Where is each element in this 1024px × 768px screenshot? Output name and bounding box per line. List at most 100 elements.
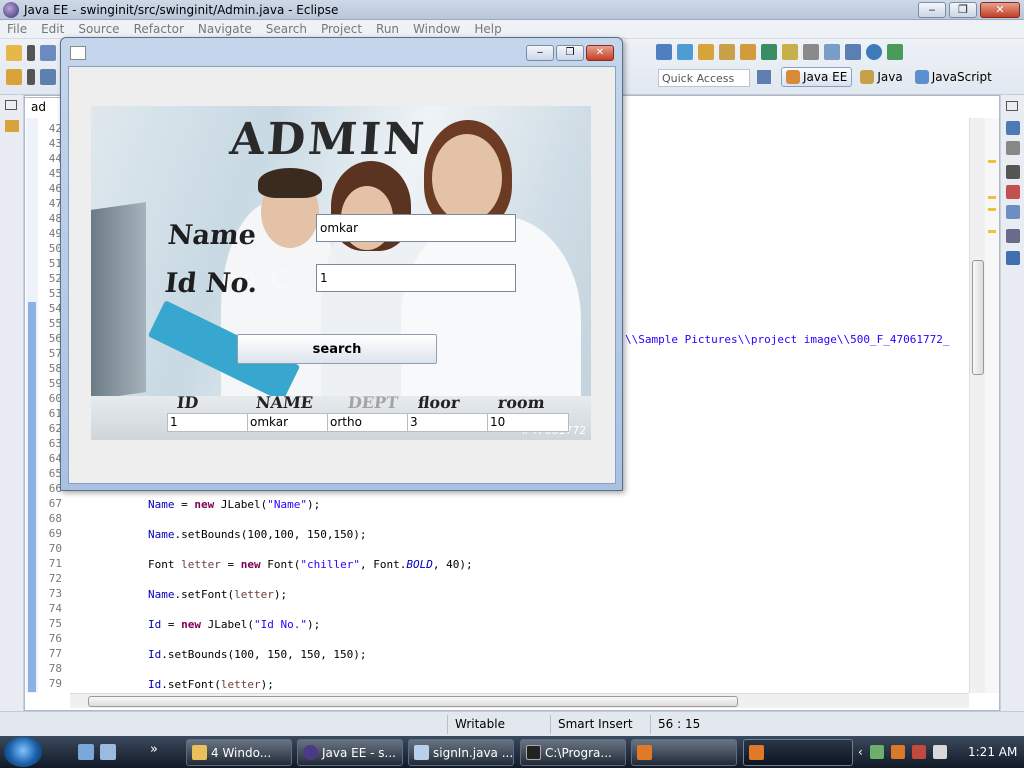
notepad-icon bbox=[414, 745, 429, 760]
doctor-female2-face bbox=[432, 134, 502, 222]
properties-icon[interactable] bbox=[1006, 205, 1020, 219]
search-button[interactable]: search bbox=[237, 334, 437, 364]
dropdown-icon[interactable] bbox=[27, 69, 35, 85]
brush-icon[interactable] bbox=[740, 44, 756, 60]
tray-expand-chevron[interactable]: ‹ bbox=[858, 745, 863, 759]
code-token: Name bbox=[148, 588, 175, 601]
line-number: 77 bbox=[48, 647, 62, 660]
task-cmd[interactable]: C:\Progra... bbox=[520, 739, 626, 766]
pen-icon[interactable] bbox=[782, 44, 798, 60]
menu-window[interactable]: Window bbox=[406, 20, 467, 38]
minimize-button[interactable]: ‒ bbox=[918, 2, 946, 18]
result-dept[interactable]: ortho bbox=[328, 414, 408, 431]
perspective-javaee[interactable]: Java EE bbox=[781, 67, 853, 87]
dialog-maximize-button[interactable]: ❐ bbox=[556, 45, 584, 61]
dialog-close-button[interactable]: ✕ bbox=[586, 45, 614, 61]
perspective-javascript[interactable]: JavaScript bbox=[911, 68, 996, 86]
task-label: Java EE - s... bbox=[322, 746, 396, 760]
result-name[interactable]: omkar bbox=[248, 414, 328, 431]
new-icon[interactable] bbox=[6, 45, 22, 61]
import-icon[interactable] bbox=[6, 69, 22, 85]
quick-access-field[interactable]: Quick Access bbox=[658, 69, 750, 87]
menu-source[interactable]: Source bbox=[71, 20, 126, 38]
window-titlebar: Java EE - swinginit/src/swinginit/Admin.… bbox=[0, 0, 1024, 20]
task-explorer[interactable]: 4 Windo... bbox=[186, 739, 292, 766]
menu-help[interactable]: Help bbox=[467, 20, 508, 38]
menu-file[interactable]: File bbox=[0, 20, 34, 38]
restore-icon[interactable] bbox=[5, 100, 17, 110]
result-floor[interactable]: 3 bbox=[408, 414, 488, 431]
run-icon[interactable] bbox=[887, 44, 903, 60]
restore-icon[interactable] bbox=[1006, 101, 1018, 111]
result-id[interactable]: 1 bbox=[168, 414, 248, 431]
code-token: , Font. bbox=[359, 558, 407, 571]
search-icon[interactable] bbox=[761, 44, 777, 60]
network-warning-icon[interactable] bbox=[911, 745, 926, 759]
open-folder-icon[interactable] bbox=[698, 44, 714, 60]
task-list-icon[interactable] bbox=[1006, 141, 1020, 155]
menu-navigate[interactable]: Navigate bbox=[191, 20, 259, 38]
globe-icon[interactable] bbox=[866, 44, 882, 60]
dialog-minimize-button[interactable]: ‒ bbox=[526, 45, 554, 61]
open-folder2-icon[interactable] bbox=[719, 44, 735, 60]
perspective-java[interactable]: Java bbox=[856, 68, 906, 86]
task-java-app[interactable] bbox=[631, 739, 737, 766]
show-desktop-icon[interactable] bbox=[78, 744, 94, 760]
package-explorer-icon[interactable] bbox=[5, 120, 19, 132]
server-icon[interactable] bbox=[656, 44, 672, 60]
clock[interactable]: 1:21 AM bbox=[968, 745, 1017, 759]
link-icon[interactable] bbox=[803, 44, 819, 60]
scroll-thumb[interactable] bbox=[972, 260, 984, 375]
task-java-app-active[interactable] bbox=[743, 739, 853, 766]
new-class-icon[interactable] bbox=[677, 44, 693, 60]
volume-icon[interactable] bbox=[932, 745, 947, 759]
markers-icon[interactable] bbox=[1006, 185, 1020, 199]
document-icon[interactable] bbox=[824, 44, 840, 60]
menu-run[interactable]: Run bbox=[369, 20, 406, 38]
line-number: 72 bbox=[48, 572, 62, 585]
switch-windows-icon[interactable] bbox=[100, 744, 116, 760]
menu-edit[interactable]: Edit bbox=[34, 20, 71, 38]
overview-ruler[interactable] bbox=[985, 118, 999, 693]
horizontal-scrollbar[interactable] bbox=[70, 693, 969, 708]
restore-icon[interactable] bbox=[1006, 165, 1020, 179]
name-input[interactable]: omkar bbox=[316, 214, 516, 242]
close-button[interactable]: ✕ bbox=[980, 2, 1020, 18]
menu-search[interactable]: Search bbox=[259, 20, 314, 38]
warning-marker[interactable] bbox=[988, 208, 996, 211]
warning-marker[interactable] bbox=[988, 160, 996, 163]
maximize-button[interactable]: ❐ bbox=[949, 2, 977, 18]
java-app-icon bbox=[70, 46, 86, 60]
save-icon[interactable] bbox=[40, 45, 56, 61]
menu-refactor[interactable]: Refactor bbox=[127, 20, 191, 38]
id-input[interactable]: 1 bbox=[316, 264, 516, 292]
line-number: 60 bbox=[48, 392, 62, 405]
code-variable: letter bbox=[181, 558, 221, 571]
warning-marker[interactable] bbox=[988, 196, 996, 199]
network-tool-icon[interactable] bbox=[869, 745, 884, 759]
line-number: 52 bbox=[48, 272, 62, 285]
task-signin[interactable]: signIn.java ... bbox=[408, 739, 514, 766]
code-line-77: Id.setBounds(100, 150, 150, 150); bbox=[148, 647, 473, 677]
dropdown-icon[interactable] bbox=[27, 45, 35, 61]
warning-marker[interactable] bbox=[988, 230, 996, 233]
outline-icon[interactable] bbox=[1006, 121, 1020, 135]
scroll-thumb[interactable] bbox=[88, 696, 738, 707]
open-perspective-icon[interactable] bbox=[757, 70, 771, 84]
console-icon[interactable] bbox=[1006, 251, 1020, 265]
task-eclipse[interactable]: Java EE - s... bbox=[297, 739, 403, 766]
editor-tab-admin[interactable]: ad bbox=[24, 97, 64, 117]
javascript-icon bbox=[914, 70, 929, 84]
export-icon[interactable] bbox=[40, 69, 56, 85]
paragraph-icon[interactable] bbox=[845, 44, 861, 60]
vertical-scrollbar[interactable] bbox=[969, 118, 985, 693]
servers-icon[interactable] bbox=[1006, 229, 1020, 243]
flag-icon[interactable] bbox=[890, 745, 905, 759]
line-number: 66 bbox=[48, 482, 62, 495]
menu-project[interactable]: Project bbox=[314, 20, 369, 38]
start-button[interactable] bbox=[4, 737, 42, 767]
result-room[interactable]: 10 bbox=[488, 414, 568, 431]
line-number: 61 bbox=[48, 407, 62, 420]
line-number: 47 bbox=[48, 197, 62, 210]
quick-launch-more[interactable]: » bbox=[150, 742, 158, 757]
